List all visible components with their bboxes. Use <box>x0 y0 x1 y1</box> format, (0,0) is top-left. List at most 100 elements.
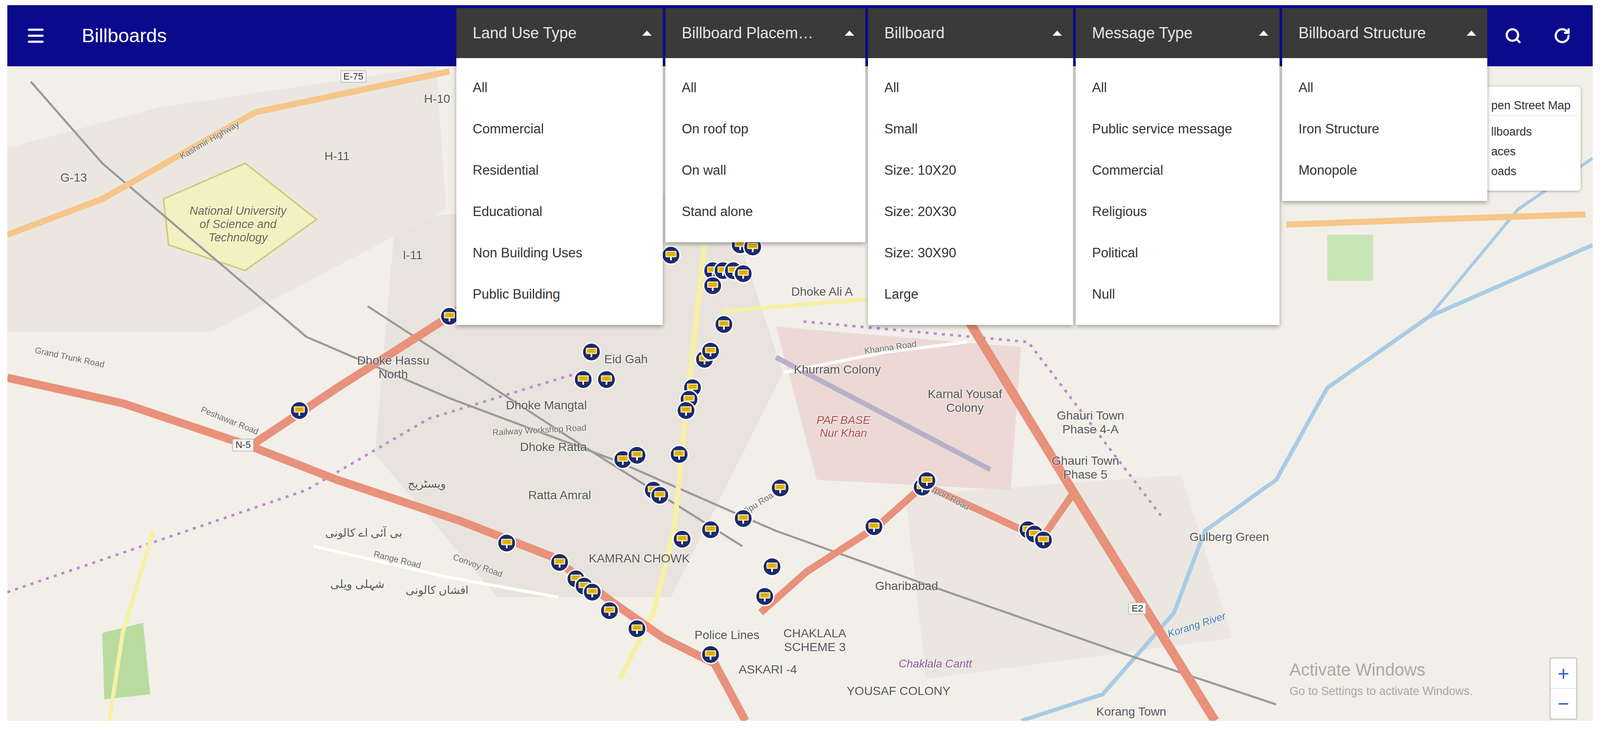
filter-option[interactable]: Iron Structure <box>1282 108 1488 150</box>
filter-option[interactable]: All <box>867 67 1074 109</box>
map-label: YOUSAF COLONY <box>846 683 951 698</box>
filter-menu: AllPublic service messageCommercialRelig… <box>1075 58 1280 325</box>
billboard-pin[interactable] <box>700 341 721 361</box>
filter-label: Message Type <box>1092 21 1193 45</box>
map-label: Dhoke Mangtal <box>505 398 587 413</box>
filter-trigger[interactable]: Billboard Structure <box>1282 8 1488 59</box>
billboard-pin[interactable] <box>700 644 721 665</box>
filter-option[interactable]: Non Building Uses <box>456 232 663 274</box>
filter-option[interactable]: Commercial <box>456 108 663 150</box>
layer-item[interactable]: pen Street Map <box>1491 95 1578 116</box>
billboard-pin[interactable] <box>754 586 775 607</box>
filter-option[interactable]: Educational <box>456 190 663 233</box>
billboard-pin[interactable] <box>496 532 517 553</box>
filter-option[interactable]: Residential <box>456 149 663 191</box>
filter-option[interactable]: Small <box>867 108 1074 150</box>
filter-option[interactable]: Monopole <box>1282 149 1488 191</box>
filter-label: Billboard Placem… <box>681 21 814 45</box>
map-label: H-10 <box>424 92 451 106</box>
billboard-pin[interactable] <box>649 485 670 505</box>
filter-option[interactable]: All <box>1282 67 1488 109</box>
map-label: National University of Science and Techn… <box>184 204 292 245</box>
filter-option[interactable]: Religious <box>1075 190 1280 233</box>
road-shield: E2 <box>1128 602 1147 615</box>
filter-option[interactable]: Political <box>1075 232 1280 274</box>
filter-option[interactable]: All <box>665 67 866 109</box>
billboard-pin[interactable] <box>733 263 754 284</box>
watermark-subtitle: Go to Settings to activate Windows. <box>1289 682 1473 700</box>
billboard-pin-icon <box>1033 529 1054 550</box>
filter-option[interactable]: All <box>1075 67 1280 109</box>
map-label: Dhoke Ratta <box>520 440 588 454</box>
filter-option[interactable]: On wall <box>665 149 866 191</box>
billboard-pin-icon <box>700 519 721 540</box>
zoom-in-button[interactable]: + <box>1550 658 1577 689</box>
filter-option[interactable]: All <box>456 67 663 109</box>
map-label: افشاں کالونی <box>405 581 469 599</box>
billboard-pin[interactable] <box>733 508 754 529</box>
billboard-pin-icon <box>289 400 310 421</box>
filter-option[interactable]: Null <box>1075 273 1280 315</box>
filter-trigger[interactable]: Billboard <box>867 8 1074 59</box>
zoom-out-button[interactable]: − <box>1550 688 1577 719</box>
billboard-pin-icon <box>733 263 754 284</box>
filter-option[interactable]: Large <box>867 273 1074 315</box>
filter-menu: AllSmallSize: 10X20Size: 20X30Size: 30X9… <box>867 58 1074 325</box>
billboard-pin[interactable] <box>549 552 570 573</box>
filter-option[interactable]: Size: 20X30 <box>867 190 1074 233</box>
layer-item[interactable]: oads <box>1491 161 1578 182</box>
billboard-pin[interactable] <box>1033 529 1054 550</box>
billboard-pin[interactable] <box>596 369 617 390</box>
billboard-pin-icon <box>573 369 594 390</box>
map-label: Karnal Yousaf Colony <box>917 387 1013 415</box>
billboard-pin-icon <box>627 445 647 465</box>
billboard-pin[interactable] <box>916 470 937 491</box>
billboard-pin[interactable] <box>702 275 723 296</box>
filter-option[interactable]: On roof top <box>665 108 866 150</box>
map-label: Chaklala Cantt <box>898 655 973 672</box>
refresh-icon[interactable] <box>1553 27 1571 45</box>
filter-option[interactable]: Public Building <box>456 273 663 315</box>
filter-dropdown: Billboard StructureAllIron StructureMono… <box>1282 8 1488 59</box>
billboard-pin-icon <box>733 508 754 529</box>
filter-menu: AllCommercialResidentialEducationalNon B… <box>456 58 663 325</box>
billboard-pin[interactable] <box>627 445 647 465</box>
billboard-pin-icon <box>596 369 617 390</box>
billboard-pin[interactable] <box>661 245 681 265</box>
billboard-pin[interactable] <box>289 400 310 421</box>
filter-menu: AllIron StructureMonopole <box>1282 58 1488 201</box>
filter-option[interactable]: Public service message <box>1075 108 1280 150</box>
map-label: Khurram Colony <box>793 362 881 377</box>
filter-dropdown: Message TypeAllPublic service messageCom… <box>1075 8 1280 59</box>
hamburger-menu-icon[interactable] <box>25 25 47 47</box>
filter-option[interactable]: Commercial <box>1075 149 1280 191</box>
billboard-pin[interactable] <box>582 581 603 602</box>
map-label: Gulberg Green <box>1189 529 1269 544</box>
billboard-pin[interactable] <box>672 529 693 549</box>
billboard-pin[interactable] <box>581 341 602 362</box>
filter-trigger[interactable]: Billboard Placem… <box>665 8 866 59</box>
billboard-pin[interactable] <box>770 477 791 498</box>
billboard-pin-icon <box>754 586 775 607</box>
billboard-pin-icon <box>599 600 620 621</box>
billboard-pin[interactable] <box>669 444 690 465</box>
billboard-pin[interactable] <box>627 618 647 639</box>
layer-item[interactable]: llboards <box>1491 121 1578 142</box>
filter-option[interactable]: Size: 30X90 <box>867 232 1074 274</box>
layer-item[interactable]: aces <box>1491 141 1578 162</box>
billboard-pin[interactable] <box>713 314 734 335</box>
billboard-pin[interactable] <box>864 516 884 537</box>
filter-option[interactable]: Stand alone <box>665 190 866 233</box>
billboard-pin[interactable] <box>700 519 721 540</box>
billboard-pin[interactable] <box>762 556 782 577</box>
app-title: Billboards <box>81 21 167 51</box>
map-label: KAMRAN CHOWK <box>588 551 690 566</box>
filter-trigger[interactable]: Message Type <box>1075 8 1280 59</box>
search-icon[interactable] <box>1504 27 1522 45</box>
billboard-pin[interactable] <box>599 600 620 621</box>
billboard-pin[interactable] <box>676 400 696 421</box>
filter-option[interactable]: Size: 10X20 <box>867 149 1074 191</box>
filter-trigger[interactable]: Land Use Type <box>456 8 663 59</box>
billboard-pin[interactable] <box>573 369 594 390</box>
billboard-pin-icon <box>916 470 937 491</box>
